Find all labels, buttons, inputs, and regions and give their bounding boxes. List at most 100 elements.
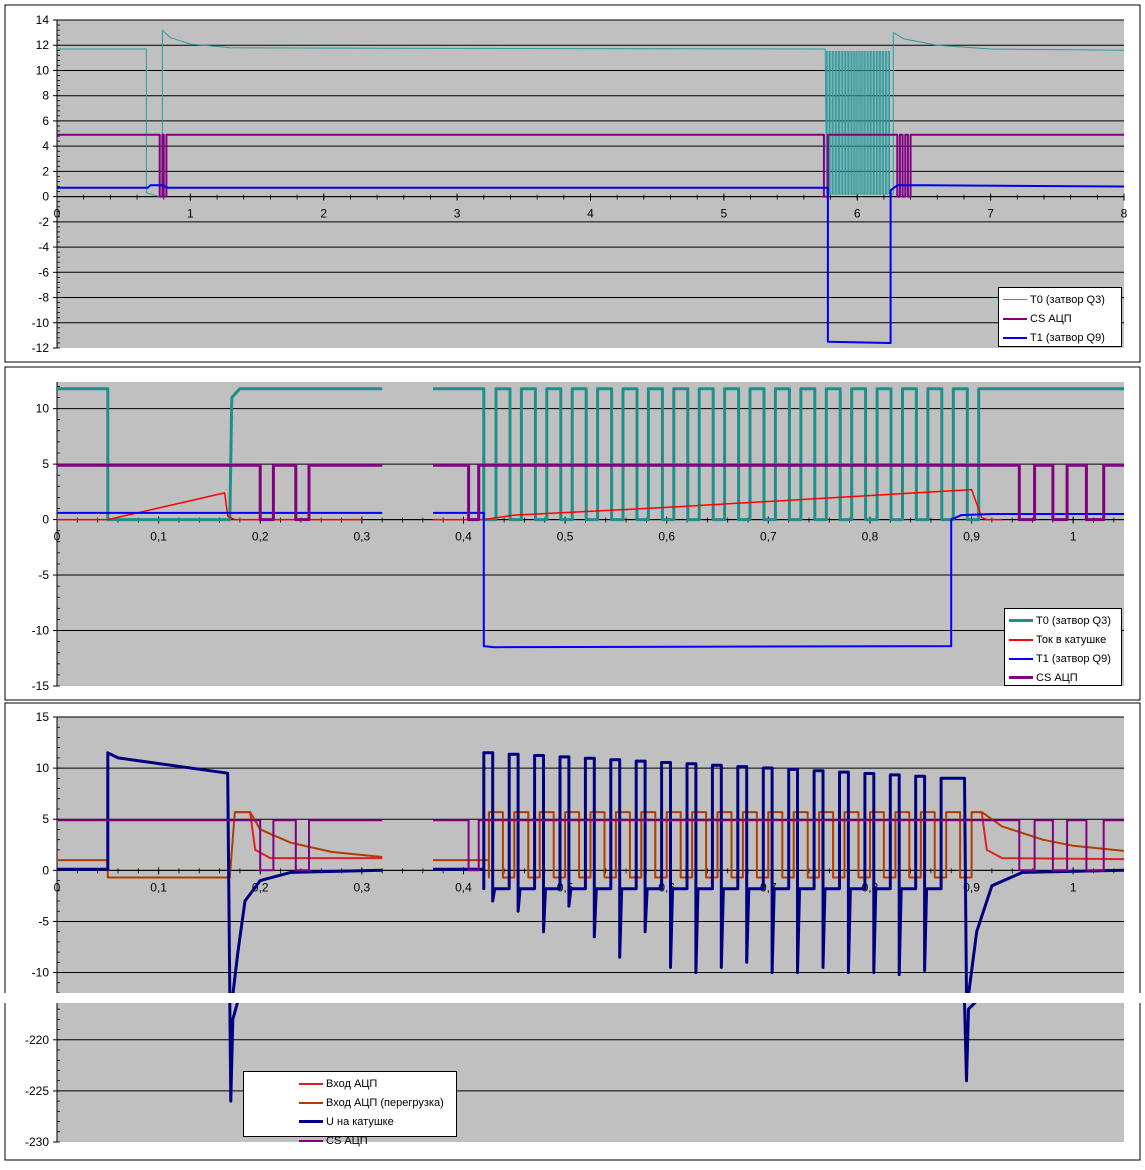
y-tick-label: 4 <box>42 139 49 153</box>
legend-label: Вход АЦП <box>326 1077 378 1090</box>
legend-label: T1 (затвор Q9) <box>1030 331 1105 344</box>
legend-label: CS АЦП <box>1036 671 1078 684</box>
y-tick-label: 10 <box>36 402 50 416</box>
legend-label: CS АЦП <box>326 1134 368 1147</box>
chart2-legend: T0 (затвор Q3) Ток в катушке T1 (затвор Q9… <box>1004 608 1122 686</box>
chart-2: 10 5 0 -5 -10 -15 0 0,1 0,2 0,3 0,4 0,5 0,6 0,7 0,8 0,9… <box>4 366 1141 701</box>
x-tick-label: 0,1 <box>150 530 167 544</box>
legend-swatch <box>299 1101 323 1104</box>
x-tick-label: 0,3 <box>354 880 371 894</box>
y-tick-label: 15 <box>36 710 50 724</box>
y-tick-label: -8 <box>38 291 49 305</box>
x-tick-label: 1 <box>1070 530 1077 544</box>
legend-swatch <box>1009 657 1033 660</box>
y-tick-label: -5 <box>38 914 49 928</box>
x-tick-label: 3 <box>454 207 461 221</box>
legend-item: CS АЦП <box>1009 668 1117 687</box>
legend-item: T0 (затвор Q3) <box>1009 611 1117 630</box>
legend-label: T1 (затвор Q9) <box>1036 652 1111 665</box>
y-tick-label: 14 <box>36 13 50 27</box>
legend-item: Вход АЦП (перегрузка) <box>299 1093 452 1112</box>
y-tick-label: 5 <box>42 457 49 471</box>
legend-label: T0 (затвор Q3) <box>1030 293 1105 306</box>
legend-label: Ток в катушке <box>1036 633 1107 646</box>
legend-swatch <box>1003 336 1027 339</box>
legend-swatch <box>1003 299 1027 300</box>
y-tick-label: -10 <box>32 316 50 330</box>
y-tick-label: -220 <box>25 1033 49 1047</box>
x-tick-label: 5 <box>721 207 728 221</box>
x-tick-label: 0,5 <box>557 530 574 544</box>
x-tick-label: 4 <box>587 207 594 221</box>
y-tick-label: 10 <box>36 761 50 775</box>
x-tick-label: 1 <box>1070 880 1077 894</box>
legend-swatch <box>1009 619 1033 622</box>
x-tick-label: 2 <box>320 207 327 221</box>
plot-area-upper: 14121086420-2-4-6-8-10-120 1 2 3 4 5 6 7 8 <box>32 13 1128 355</box>
legend-swatch <box>1009 676 1033 679</box>
y-tick-label: 5 <box>42 812 49 826</box>
y-tick-label: -6 <box>38 265 49 279</box>
y-tick-label: -5 <box>38 568 49 582</box>
x-tick-label: 0,8 <box>862 530 879 544</box>
chart1-legend: T0 (затвор Q3) CS АЦП T1 (затвор Q9) <box>998 287 1122 347</box>
legend-swatch <box>299 1120 323 1123</box>
legend-label: CS АЦП <box>1030 312 1072 325</box>
plot-area-upper: 151050-5-100 0,1 0,2 0,3 0,4 0,5 0,6 0,7 0,8 0,9 1 <box>32 710 1124 994</box>
legend-item: U на катушке <box>299 1112 452 1131</box>
legend-item: Ток в катушке <box>1009 630 1117 649</box>
legend-item: Вход АЦП <box>299 1074 452 1093</box>
y-tick-label: 2 <box>42 164 49 178</box>
legend-item: CS АЦП <box>299 1131 452 1150</box>
legend-label: T0 (затвор Q3) <box>1036 614 1111 627</box>
y-tick-label: 0 <box>42 513 49 527</box>
y-tick-label: 12 <box>36 38 50 52</box>
legend-item: T1 (затвор Q9) <box>1003 328 1117 347</box>
y-tick-label: -10 <box>32 624 50 638</box>
legend-item: T1 (затвор Q9) <box>1009 649 1117 668</box>
y-tick-label: -10 <box>32 966 50 980</box>
legend-label: U на катушке <box>326 1115 394 1128</box>
legend-item: CS АЦП <box>1003 309 1117 328</box>
y-tick-label: -15 <box>32 679 50 693</box>
plot-area-upper: 10 5 0 -5 -10 -15 0 0,1 0,2 0,3 0,4 0,5 0,6 0,7 0,8 0,9… <box>32 382 1124 693</box>
x-tick-label: 0 <box>54 207 61 221</box>
y-tick-label: -12 <box>32 341 50 355</box>
x-tick-label: 0 <box>54 880 61 894</box>
x-tick-label: 0,9 <box>963 530 980 544</box>
y-tick-label: -4 <box>38 240 49 254</box>
y-tick-label: 10 <box>36 63 50 77</box>
x-tick-label: 0,7 <box>760 530 777 544</box>
plot-background <box>57 20 1124 348</box>
x-tick-label: 0,4 <box>455 530 472 544</box>
chart3-legend: Вход АЦП Вход АЦП (перегрузка) U на катушк… <box>243 1071 457 1147</box>
x-tick-label: 0,6 <box>658 530 675 544</box>
y-tick-label: -2 <box>38 215 49 229</box>
legend-swatch <box>1009 638 1033 641</box>
legend-item: T0 (затвор Q3) <box>1003 290 1117 309</box>
x-tick-label: 0,1 <box>150 880 167 894</box>
legend-label: Вход АЦП (перегрузка) <box>326 1096 444 1109</box>
legend-swatch <box>299 1139 323 1142</box>
x-tick-label: 0,2 <box>252 530 269 544</box>
x-tick-label: 6 <box>854 207 861 221</box>
x-tick-label: 7 <box>987 207 994 221</box>
x-tick-label: 0,3 <box>354 530 371 544</box>
y-tick-label: -225 <box>25 1084 49 1098</box>
legend-swatch <box>1003 317 1027 320</box>
plot-area-lower: -220 -225 -230 <box>25 1003 1124 1149</box>
legend-swatch <box>299 1082 323 1085</box>
x-tick-label: 8 <box>1121 207 1128 221</box>
y-tick-label: 0 <box>42 863 49 877</box>
x-tick-label: 1 <box>187 207 194 221</box>
y-tick-label: -230 <box>25 1135 49 1149</box>
oscillogram-charts: 14121086420-2-4-6-8-10-120 1 2 3 4 5 6 7 81050-5… <box>0 4 1145 1161</box>
y-tick-label: 6 <box>42 114 49 128</box>
axis-break-band <box>0 993 1145 1003</box>
chart-3: 151050-5-100 0,1 0,2 0,3 0,4 0,5 0,6 0,7 0,8 0,9 1… <box>0 702 1145 1161</box>
y-tick-label: 0 <box>42 190 49 204</box>
chart-1: 14121086420-2-4-6-8-10-120 1 2 3 4 5 6 7 8 <box>4 4 1141 363</box>
y-tick-label: 8 <box>42 89 49 103</box>
x-tick-label: 0 <box>54 530 61 544</box>
x-tick-label: 0,4 <box>455 880 472 894</box>
